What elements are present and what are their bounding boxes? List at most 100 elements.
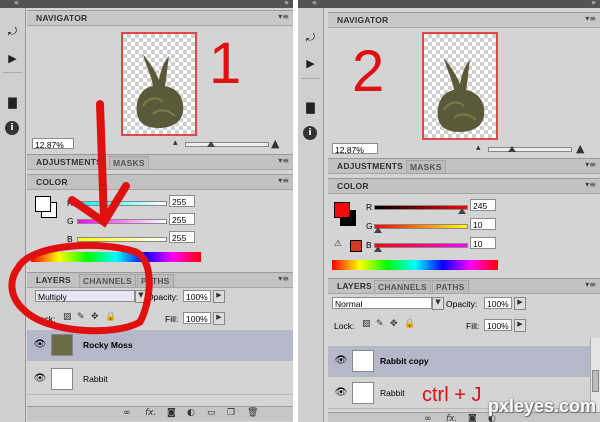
tab-adjustments[interactable]: ADJUSTMENTS — [33, 156, 105, 168]
panel-menu-icon[interactable]: ▾≡ — [278, 176, 289, 185]
g-slider[interactable] — [374, 224, 468, 229]
opacity-arrow-icon[interactable]: ▶ — [514, 297, 526, 310]
lock-all-icon[interactable]: 🔒 — [105, 312, 116, 322]
navigator-tab[interactable]: NAVIGATOR — [334, 14, 391, 26]
lock-transparency-icon[interactable]: ▨ — [63, 312, 72, 322]
fill-field[interactable]: 100% — [484, 319, 512, 331]
layer-row[interactable]: 👁 Rabbit — [27, 364, 293, 395]
panel-menu-icon[interactable]: ▾≡ — [278, 12, 289, 21]
color-ramp[interactable] — [31, 252, 201, 262]
group-folder-icon[interactable]: ▭ — [207, 408, 216, 418]
zoom-out-icon[interactable]: ▴ — [173, 138, 178, 148]
opacity-arrow-icon[interactable]: ▶ — [213, 290, 225, 303]
mask-icon[interactable]: ◙ — [468, 414, 477, 422]
fx-icon[interactable]: fx. — [145, 408, 156, 418]
tab-masks[interactable]: MASKS — [109, 156, 149, 169]
tab-paths[interactable]: PATHS — [137, 274, 174, 287]
tab-paths[interactable]: PATHS — [432, 280, 469, 293]
layer-name[interactable]: Rabbit — [380, 388, 405, 398]
tab-channels[interactable]: CHANNELS — [374, 280, 431, 293]
tab-color[interactable]: COLOR — [33, 176, 71, 188]
zoom-field[interactable]: 12.87% — [32, 138, 74, 150]
zoom-out-icon[interactable]: ▴ — [476, 143, 481, 153]
blend-mode-select[interactable]: Multiply — [35, 290, 135, 302]
b-field[interactable]: 10 — [470, 237, 496, 249]
fill-field[interactable]: 100% — [183, 312, 211, 324]
r-field[interactable]: 255 — [169, 195, 195, 207]
zoom-slider[interactable] — [185, 142, 269, 147]
panel-menu-icon[interactable]: ▾≡ — [278, 156, 289, 165]
g-slider[interactable] — [77, 219, 167, 224]
lock-transparency-icon[interactable]: ▨ — [362, 319, 371, 329]
eye-icon[interactable]: 👁 — [33, 338, 47, 352]
scrollbar-thumb[interactable] — [592, 370, 599, 392]
gamut-swatch[interactable] — [350, 240, 362, 252]
tab-adjustments[interactable]: ADJUSTMENTS — [334, 160, 406, 172]
b-field[interactable]: 255 — [169, 231, 195, 243]
fill-arrow-icon[interactable]: ▶ — [514, 319, 526, 332]
chevron-down-icon[interactable]: ▼ — [432, 297, 444, 310]
new-layer-icon[interactable]: ❐ — [227, 408, 235, 418]
navigator-tab[interactable]: NAVIGATOR — [33, 12, 90, 24]
adjustment-layer-icon[interactable]: ◐ — [187, 408, 195, 418]
r-slider[interactable] — [374, 205, 468, 210]
history-icon[interactable]: ⤾ — [302, 30, 319, 45]
panel-menu-icon[interactable]: ▾≡ — [585, 180, 596, 189]
navigator-preview[interactable] — [121, 32, 197, 136]
navigator-preview[interactable] — [422, 32, 498, 140]
info-icon[interactable]: i — [303, 126, 317, 140]
r-slider[interactable] — [77, 201, 167, 206]
lock-move-icon[interactable]: ✥ — [390, 319, 398, 329]
zoom-field[interactable]: 12.87% — [332, 143, 378, 155]
actions-icon[interactable]: ▶ — [4, 51, 21, 66]
histogram-icon[interactable]: ▇ — [4, 95, 21, 110]
g-field[interactable]: 10 — [470, 218, 496, 230]
lock-paint-icon[interactable]: ✎ — [77, 312, 85, 322]
panel-menu-icon[interactable]: ▾≡ — [585, 14, 596, 23]
zoom-in-icon[interactable]: ▲ — [271, 137, 279, 150]
layer-name[interactable]: Rabbit copy — [380, 356, 429, 366]
actions-icon[interactable]: ▶ — [302, 56, 319, 71]
history-icon[interactable]: ⤾ — [4, 24, 21, 39]
eye-icon[interactable]: 👁 — [334, 386, 348, 400]
histogram-icon[interactable]: ▇ — [302, 100, 319, 115]
b-slider[interactable] — [77, 237, 167, 242]
panel-menu-icon[interactable]: ▾≡ — [278, 274, 289, 283]
zoom-slider-thumb[interactable] — [508, 146, 516, 152]
layer-name[interactable]: Rocky Moss — [83, 340, 133, 350]
tab-layers[interactable]: LAYERS — [334, 280, 375, 292]
opacity-field[interactable]: 100% — [484, 297, 512, 309]
fx-icon[interactable]: fx. — [446, 414, 457, 422]
link-icon[interactable]: ∞ — [123, 408, 131, 418]
tab-channels[interactable]: CHANNELS — [79, 274, 136, 287]
mask-icon[interactable]: ◙ — [167, 408, 176, 418]
color-ramp[interactable] — [332, 260, 498, 270]
tab-color[interactable]: COLOR — [334, 180, 372, 192]
expand-chevron-icon[interactable]: » — [284, 0, 289, 7]
r-slider-thumb[interactable] — [458, 208, 466, 214]
zoom-in-icon[interactable]: ▲ — [576, 142, 584, 155]
g-slider-thumb[interactable] — [374, 227, 382, 233]
foreground-swatch[interactable] — [35, 196, 51, 212]
chevron-down-icon[interactable]: ▼ — [135, 290, 147, 303]
lock-paint-icon[interactable]: ✎ — [376, 319, 384, 329]
lock-all-icon[interactable]: 🔒 — [404, 319, 415, 329]
panel-menu-icon[interactable]: ▾≡ — [585, 280, 596, 289]
r-field[interactable]: 245 — [470, 199, 496, 211]
collapse-chevron-icon[interactable]: « — [312, 0, 317, 7]
tab-masks[interactable]: MASKS — [406, 160, 446, 173]
collapse-chevron-icon[interactable]: « — [14, 0, 19, 7]
layer-row-selected[interactable]: 👁 Rocky Moss — [27, 330, 293, 361]
lock-move-icon[interactable]: ✥ — [91, 312, 99, 322]
fill-arrow-icon[interactable]: ▶ — [213, 312, 225, 325]
foreground-swatch[interactable] — [334, 202, 350, 218]
layer-row-selected[interactable]: 👁 Rabbit copy — [328, 346, 590, 377]
gamut-warning-icon[interactable]: ⚠ — [334, 239, 342, 249]
panel-menu-icon[interactable]: ▾≡ — [585, 160, 596, 169]
opacity-field[interactable]: 100% — [183, 290, 211, 302]
link-icon[interactable]: ∞ — [424, 414, 432, 422]
expand-chevron-icon[interactable]: » — [591, 0, 596, 7]
layer-name[interactable]: Rabbit — [83, 374, 108, 384]
tab-layers[interactable]: LAYERS — [33, 274, 74, 286]
blend-mode-select[interactable]: Normal — [332, 297, 432, 309]
